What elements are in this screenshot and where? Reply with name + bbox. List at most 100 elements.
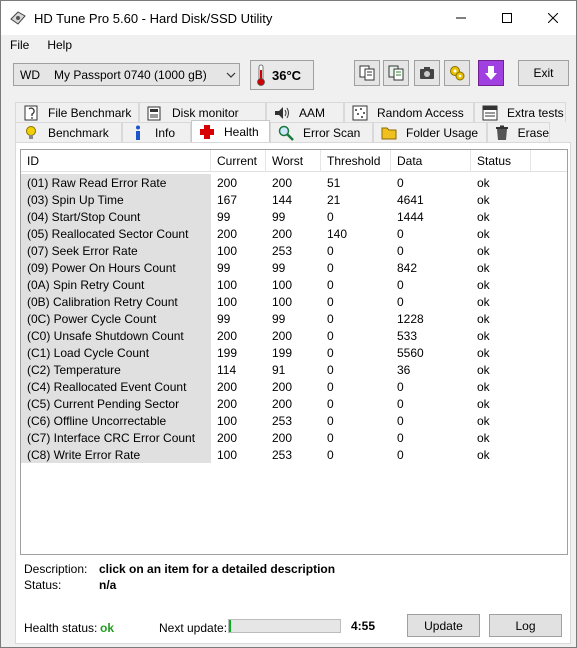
current-value: 100: [217, 277, 238, 292]
current-value: 99: [217, 311, 231, 326]
health-status-label: Health status:: [24, 621, 98, 635]
raw-data-value: 0: [397, 277, 404, 292]
worst-value: 253: [272, 243, 293, 258]
speaker-icon: [273, 105, 291, 121]
exit-button[interactable]: Exit: [518, 60, 569, 86]
table-row[interactable]: (0C) Power Cycle Count 99 99 0 1228 ok: [21, 310, 567, 327]
status-value: ok: [477, 294, 490, 309]
update-button[interactable]: Update: [407, 614, 480, 637]
attribute-id: (C8) Write Error Rate: [21, 446, 211, 463]
raw-data-value: 0: [397, 430, 404, 445]
tabs-top-row: File Benchmark Disk monitor AAM Random A…: [15, 102, 566, 122]
attribute-id: (C2) Temperature: [21, 361, 211, 378]
app-window: HD Tune Pro 5.60 - Hard Disk/SSD Utility…: [0, 0, 577, 648]
table-row[interactable]: (C4) Reallocated Event Count 200 200 0 0 ok: [21, 378, 567, 395]
column-header-id[interactable]: ID: [21, 150, 211, 172]
threshold-value: 0: [327, 345, 334, 360]
tab-random-access[interactable]: Random Access: [344, 102, 474, 122]
log-button[interactable]: Log: [489, 614, 562, 637]
threshold-value: 0: [327, 430, 334, 445]
menu-file[interactable]: File: [1, 38, 38, 52]
tab-benchmark[interactable]: Benchmark: [15, 122, 122, 142]
tab-label: Disk monitor: [172, 105, 239, 120]
current-value: 199: [217, 345, 238, 360]
temperature-display: 36°C: [250, 60, 314, 90]
drive-select[interactable]: WD My Passport 0740 (1000 gB): [13, 63, 240, 86]
raw-data-value: 0: [397, 379, 404, 394]
menu-help[interactable]: Help: [38, 38, 81, 52]
table-row[interactable]: (0A) Spin Retry Count 100 100 0 0 ok: [21, 276, 567, 293]
copy-all-button[interactable]: [383, 60, 409, 86]
close-button[interactable]: [530, 1, 576, 35]
current-value: 100: [217, 294, 238, 309]
raw-data-value: 0: [397, 226, 404, 241]
status-value: ok: [477, 413, 490, 428]
column-header-threshold[interactable]: Threshold: [321, 150, 391, 172]
attribute-id: (C7) Interface CRC Error Count: [21, 429, 211, 446]
table-row[interactable]: (09) Power On Hours Count 99 99 0 842 ok: [21, 259, 567, 276]
status-value: ok: [477, 243, 490, 258]
tab-extra-tests[interactable]: Extra tests: [474, 102, 566, 122]
table-row[interactable]: (07) Seek Error Rate 100 253 0 0 ok: [21, 242, 567, 259]
status-value: ok: [477, 379, 490, 394]
tab-info[interactable]: Info: [122, 122, 191, 142]
table-row[interactable]: (05) Reallocated Sector Count 200 200 140 0 o…: [21, 225, 567, 242]
attribute-id: (04) Start/Stop Count: [21, 208, 211, 225]
status-value: ok: [477, 226, 490, 241]
raw-data-value: 5560: [397, 345, 424, 360]
health-cross-icon: [198, 124, 216, 140]
title-bar: HD Tune Pro 5.60 - Hard Disk/SSD Utility: [1, 1, 576, 35]
update-progress-fill: [229, 620, 232, 632]
raw-data-value: 0: [397, 396, 404, 411]
tab-file-benchmark[interactable]: File Benchmark: [15, 102, 139, 122]
tab-aam[interactable]: AAM: [266, 102, 344, 122]
maximize-button[interactable]: [484, 1, 530, 35]
raw-data-value: 36: [397, 362, 411, 377]
current-value: 200: [217, 396, 238, 411]
column-header-data[interactable]: Data: [391, 150, 471, 172]
table-row[interactable]: (01) Raw Read Error Rate 200 200 51 0 ok: [21, 174, 567, 191]
table-body: (01) Raw Read Error Rate 200 200 51 0 ok (03) …: [21, 174, 567, 463]
tabs-bottom-row: Benchmark Info Health Error Scan Folder …: [15, 120, 550, 142]
status-value: ok: [477, 175, 490, 190]
status-value: ok: [477, 345, 490, 360]
screenshot-button[interactable]: [414, 60, 440, 86]
table-row[interactable]: (0B) Calibration Retry Count 100 100 0 0 ok: [21, 293, 567, 310]
tab-error-scan[interactable]: Error Scan: [270, 122, 373, 142]
status-value: ok: [477, 362, 490, 377]
minimize-button[interactable]: [438, 1, 484, 35]
table-row[interactable]: (04) Start/Stop Count 99 99 0 1444 ok: [21, 208, 567, 225]
copy-text-button[interactable]: [354, 60, 380, 86]
footer-bar: Health status: ok Next update: 4:55 Upda…: [16, 609, 570, 643]
column-header-status[interactable]: Status: [471, 150, 531, 172]
download-button[interactable]: [478, 60, 504, 86]
worst-value: 253: [272, 413, 293, 428]
threshold-value: 0: [327, 243, 334, 258]
table-row[interactable]: (C2) Temperature 114 91 0 36 ok: [21, 361, 567, 378]
table-row[interactable]: (C6) Offline Uncorrectable 100 253 0 0 ok: [21, 412, 567, 429]
temperature-value: 36°C: [272, 67, 302, 83]
table-row[interactable]: (C7) Interface CRC Error Count 200 200 0 0 ok: [21, 429, 567, 446]
options-button[interactable]: [444, 60, 470, 86]
table-row[interactable]: (C8) Write Error Rate 100 253 0 0 ok: [21, 446, 567, 463]
tab-disk-monitor[interactable]: Disk monitor: [139, 102, 266, 122]
column-header-worst[interactable]: Worst: [266, 150, 321, 172]
table-row[interactable]: (C0) Unsafe Shutdown Count 200 200 0 533 ok: [21, 327, 567, 344]
worst-value: 199: [272, 345, 293, 360]
threshold-value: 0: [327, 396, 334, 411]
attribute-id: (07) Seek Error Rate: [21, 242, 211, 259]
table-row[interactable]: (C5) Current Pending Sector 200 200 0 0 ok: [21, 395, 567, 412]
raw-data-value: 0: [397, 243, 404, 258]
table-row[interactable]: (C1) Load Cycle Count 199 199 0 5560 ok: [21, 344, 567, 361]
column-header-current[interactable]: Current: [211, 150, 266, 172]
description-block: Description: click on an item for a deta…: [24, 561, 335, 593]
tab-erase[interactable]: Erase: [487, 122, 550, 142]
current-value: 200: [217, 175, 238, 190]
tab-folder-usage[interactable]: Folder Usage: [373, 122, 487, 142]
tab-health[interactable]: Health: [191, 120, 270, 142]
attribute-id: (C1) Load Cycle Count: [21, 344, 211, 361]
table-row[interactable]: (03) Spin Up Time 167 144 21 4641 ok: [21, 191, 567, 208]
raw-data-value: 4641: [397, 192, 424, 207]
status-value: ok: [477, 260, 490, 275]
attribute-id: (0A) Spin Retry Count: [21, 276, 211, 293]
